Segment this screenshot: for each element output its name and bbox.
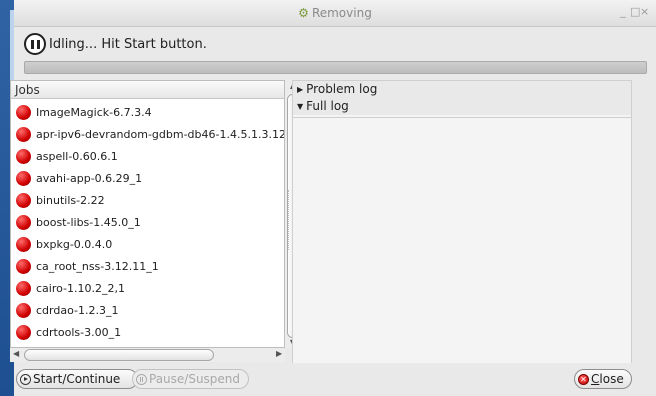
start-continue-label: Start/Continue — [33, 372, 121, 386]
minimize-button[interactable]: _ — [620, 5, 630, 18]
job-label: cairo-1.10.2_2,1 — [36, 281, 126, 295]
job-row[interactable]: cairo-1.10.2_2,1 — [11, 277, 284, 299]
job-label: cdrtools-3.00_1 — [36, 325, 122, 339]
red-ball-icon — [16, 148, 31, 164]
jobs-horizontal-scrollbar[interactable]: ◀ ▶ — [10, 348, 285, 362]
job-label: apr-ipv6-devrandom-gdbm-db46-1.4.5.1.3.1… — [36, 127, 285, 141]
job-label: ImageMagick-6.7.3.4 — [36, 105, 152, 119]
red-ball-icon — [16, 324, 31, 340]
job-row[interactable]: bxpkg-0.0.4.0 — [11, 233, 284, 255]
job-row[interactable]: boost-libs-1.45.0_1 — [11, 211, 284, 233]
expand-right-triangle-icon: ▶ — [297, 85, 304, 94]
jobs-list-pane: Jobs ImageMagick-6.7.3.4 apr-ipv6-devrand… — [10, 80, 285, 348]
window-title: ⚙ Removing — [14, 6, 656, 20]
job-row[interactable]: aspell-0.60.6.1 — [11, 145, 284, 167]
problem-log-expander[interactable]: ▶ Problem log — [293, 81, 631, 98]
horizontal-scroll-thumb[interactable] — [24, 349, 214, 361]
job-row[interactable]: cdrtools-3.00_1 — [11, 321, 284, 343]
full-log-text-area[interactable] — [293, 117, 631, 363]
job-label: cdrdao-1.2.3_1 — [36, 303, 119, 317]
job-row[interactable]: apr-ipv6-devrandom-gdbm-db46-1.4.5.1.3.1… — [11, 123, 285, 145]
job-label: aspell-0.60.6.1 — [36, 149, 118, 163]
title-bar[interactable]: ⚙ Removing _□× — [14, 0, 656, 27]
red-ball-icon — [16, 126, 31, 142]
window-title-label: Removing — [311, 6, 372, 20]
scroll-left-arrow-icon[interactable]: ◀ — [13, 349, 19, 358]
close-button[interactable]: ✕ Close — [574, 369, 632, 389]
red-ball-icon — [16, 236, 31, 252]
job-label: binutils-2.22 — [36, 193, 105, 207]
jobs-column-header[interactable]: Jobs — [11, 81, 284, 99]
job-row[interactable]: ImageMagick-6.7.3.4 — [11, 101, 284, 123]
job-label: ca_root_nss-3.12.11_1 — [36, 259, 159, 273]
scroll-right-arrow-icon[interactable]: ▶ — [276, 349, 282, 358]
status-text: Idling... Hit Start button. — [49, 36, 207, 52]
pause-circle-small-icon — [136, 373, 147, 385]
close-circle-icon: ✕ — [578, 373, 589, 385]
maximize-button[interactable]: □ — [630, 5, 640, 18]
full-log-label: Full log — [306, 99, 349, 113]
log-pane: ▶ Problem log ▼ Full log — [292, 80, 632, 363]
start-continue-button[interactable]: Start/Continue — [16, 369, 138, 389]
pause-circle-icon — [24, 33, 46, 55]
red-ball-icon — [16, 214, 31, 230]
close-window-button[interactable]: × — [640, 5, 650, 18]
red-ball-icon — [16, 302, 31, 318]
play-circle-icon — [20, 373, 31, 385]
job-row[interactable]: cdrdao-1.2.3_1 — [11, 299, 284, 321]
job-row[interactable]: avahi-app-0.6.29_1 — [11, 167, 284, 189]
close-label-rest: lose — [599, 372, 624, 386]
pause-suspend-label: Pause/Suspend — [149, 372, 241, 386]
problem-log-label: Problem log — [306, 82, 378, 96]
expand-down-triangle-icon: ▼ — [297, 102, 304, 111]
close-label-mnemonic: C — [591, 372, 600, 386]
red-ball-icon — [16, 192, 31, 208]
status-row: Idling... Hit Start button. — [24, 30, 207, 58]
job-row[interactable]: ca_root_nss-3.12.11_1 — [11, 255, 284, 277]
job-label: boost-libs-1.45.0_1 — [36, 215, 141, 229]
progress-bar — [24, 61, 647, 74]
red-ball-icon — [16, 170, 31, 186]
job-row[interactable]: binutils-2.22 — [11, 189, 284, 211]
pause-suspend-button[interactable]: Pause/Suspend — [132, 369, 249, 389]
full-log-expander[interactable]: ▼ Full log — [293, 98, 631, 115]
red-ball-icon — [16, 280, 31, 296]
window-controls: _□× — [620, 5, 650, 18]
gear-removing-icon: ⚙ — [298, 6, 309, 20]
jobs-list: ImageMagick-6.7.3.4 apr-ipv6-devrandom-gd… — [11, 101, 285, 347]
job-label: avahi-app-0.6.29_1 — [36, 171, 143, 185]
job-label: bxpkg-0.0.4.0 — [36, 237, 113, 251]
red-ball-icon — [16, 104, 31, 120]
red-ball-icon — [16, 258, 31, 274]
